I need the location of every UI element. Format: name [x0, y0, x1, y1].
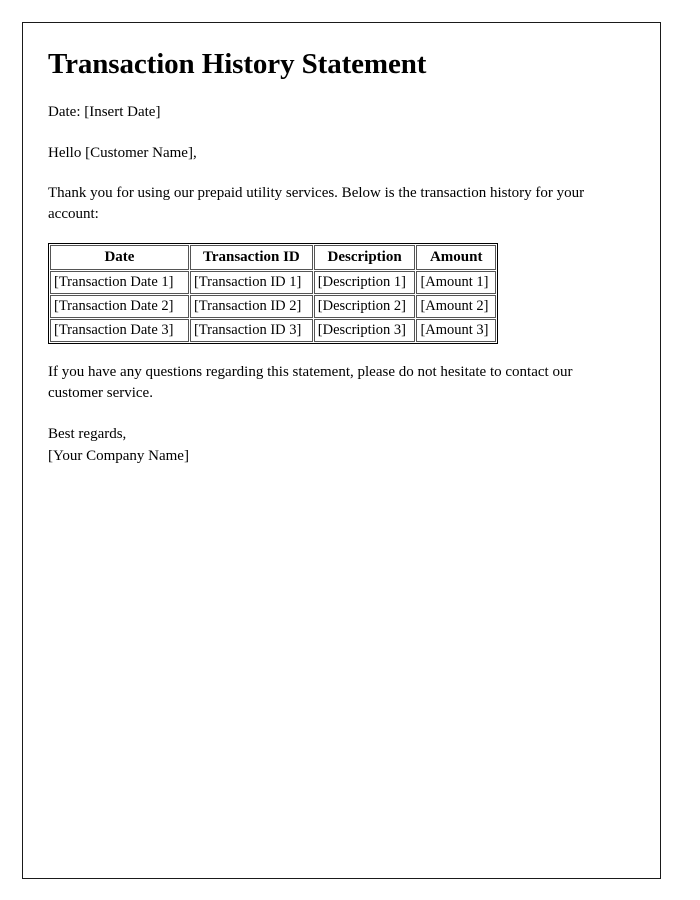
- cell-transaction-id: [Transaction ID 2]: [189, 294, 313, 318]
- document-page: Transaction History Statement Date: [Ins…: [0, 0, 700, 900]
- intro-paragraph: Thank you for using our prepaid utility …: [48, 185, 585, 223]
- cell-description: [Description 1]: [313, 270, 416, 294]
- closing-paragraph: If you have any questions regarding this…: [48, 363, 573, 401]
- company-name-line: [Your Company Name]: [48, 447, 189, 464]
- cell-amount: [Amount 3]: [416, 318, 496, 342]
- cell-transaction-id: [Transaction ID 3]: [189, 318, 313, 342]
- customer-greeting: Hello [Customer Name],: [48, 144, 197, 161]
- signature-block: Best regards, [Your Company Name]: [48, 424, 623, 467]
- column-header-date: Date: [50, 244, 189, 270]
- cell-date: [Transaction Date 1]: [50, 270, 189, 294]
- table-row: [Transaction Date 3] [Transaction ID 3] …: [50, 318, 496, 342]
- cell-transaction-id: [Transaction ID 1]: [189, 270, 313, 294]
- cell-description: [Description 2]: [313, 294, 416, 318]
- column-header-description: Description: [313, 244, 416, 270]
- column-header-transaction-id: Transaction ID: [189, 244, 313, 270]
- cell-amount: [Amount 1]: [416, 270, 496, 294]
- sign-off-line: Best regards,: [48, 426, 127, 443]
- cell-amount: [Amount 2]: [416, 294, 496, 318]
- cell-description: [Description 3]: [313, 318, 416, 342]
- table-header-row: Date Transaction ID Description Amount: [50, 244, 496, 270]
- cell-date: [Transaction Date 3]: [50, 318, 189, 342]
- document-content: Transaction History Statement Date: [Ins…: [48, 48, 623, 467]
- cell-date: [Transaction Date 2]: [50, 294, 189, 318]
- transaction-history-table: Date Transaction ID Description Amount […: [48, 242, 498, 344]
- page-title: Transaction History Statement: [48, 48, 427, 80]
- table-row: [Transaction Date 2] [Transaction ID 2] …: [50, 294, 496, 318]
- table-row: [Transaction Date 1] [Transaction ID 1] …: [50, 270, 496, 294]
- column-header-amount: Amount: [416, 244, 496, 270]
- statement-date-line: Date: [Insert Date]: [48, 104, 161, 121]
